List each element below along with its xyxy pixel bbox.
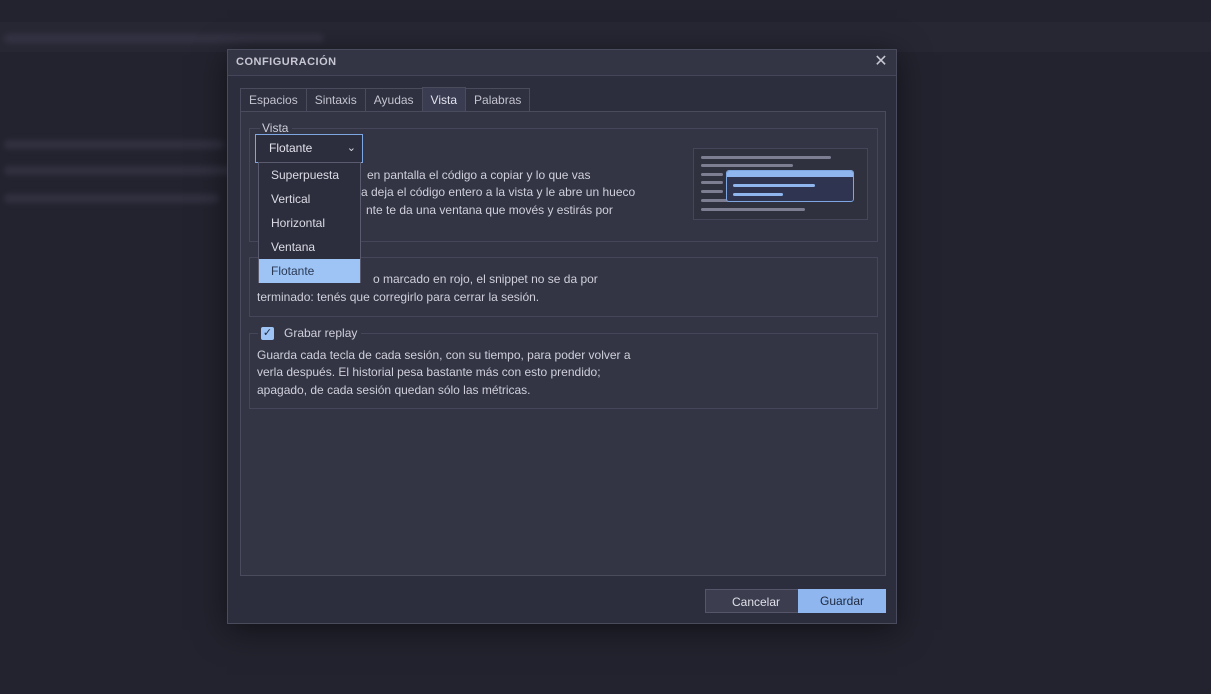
- dialog-titlebar: CONFIGURACIÓN ✕: [228, 50, 896, 76]
- option-flotante[interactable]: Flotante: [259, 259, 360, 283]
- tab-bar: Espacios Sintaxis Ayudas Vista Palabras: [240, 87, 531, 112]
- error-description-line: o marcado en rojo, el snippet no se da p…: [373, 272, 598, 286]
- tab-palabras[interactable]: Palabras: [465, 88, 531, 111]
- tab-sintaxis[interactable]: Sintaxis: [305, 88, 366, 111]
- tab-ayudas[interactable]: Ayudas: [364, 88, 423, 111]
- tab-vista[interactable]: Vista: [421, 87, 467, 112]
- view-mode-value: Flotante: [269, 141, 313, 155]
- background-text: [4, 140, 224, 149]
- floating-window-preview: [726, 170, 854, 202]
- error-description-line: terminado: tenés que corregirlo para cer…: [257, 290, 540, 304]
- close-icon[interactable]: ✕: [872, 53, 890, 71]
- replay-description-line: Guarda cada tecla de cada sesión, con su…: [257, 348, 631, 362]
- view-mode-dropdown: Superpuesta Vertical Horizontal Ventana …: [258, 162, 361, 283]
- background-text: [4, 194, 219, 203]
- replay-description-line: verla después. El historial pesa bastant…: [257, 365, 601, 379]
- vista-legend: Vista: [260, 121, 293, 135]
- option-horizontal[interactable]: Horizontal: [259, 211, 360, 235]
- settings-dialog: CONFIGURACIÓN ✕ Espacios Sintaxis Ayudas…: [227, 49, 897, 624]
- vista-description-line: a deja el código entero a la vista y le …: [361, 185, 636, 199]
- background-text: [4, 166, 234, 175]
- replay-checkbox[interactable]: ✓: [261, 327, 274, 340]
- tab-espacios[interactable]: Espacios: [240, 88, 307, 111]
- vista-description-line: en pantalla el código a copiar y lo que …: [367, 168, 591, 182]
- option-superpuesta[interactable]: Superpuesta: [259, 163, 360, 187]
- vista-description-line: nte te da una ventana que movés y estirá…: [366, 203, 613, 217]
- view-mode-preview: [693, 148, 868, 220]
- cancel-button[interactable]: Cancelar: [705, 589, 807, 613]
- option-ventana[interactable]: Ventana: [259, 235, 360, 259]
- view-mode-select[interactable]: Flotante ⌄: [255, 134, 363, 163]
- dialog-title: CONFIGURACIÓN: [236, 56, 337, 68]
- replay-description-line: apagado, de cada sesión quedan sólo las …: [257, 383, 531, 397]
- option-vertical[interactable]: Vertical: [259, 187, 360, 211]
- save-button[interactable]: Guardar: [798, 589, 886, 613]
- background-text: [4, 34, 324, 43]
- chevron-down-icon: ⌄: [346, 142, 356, 154]
